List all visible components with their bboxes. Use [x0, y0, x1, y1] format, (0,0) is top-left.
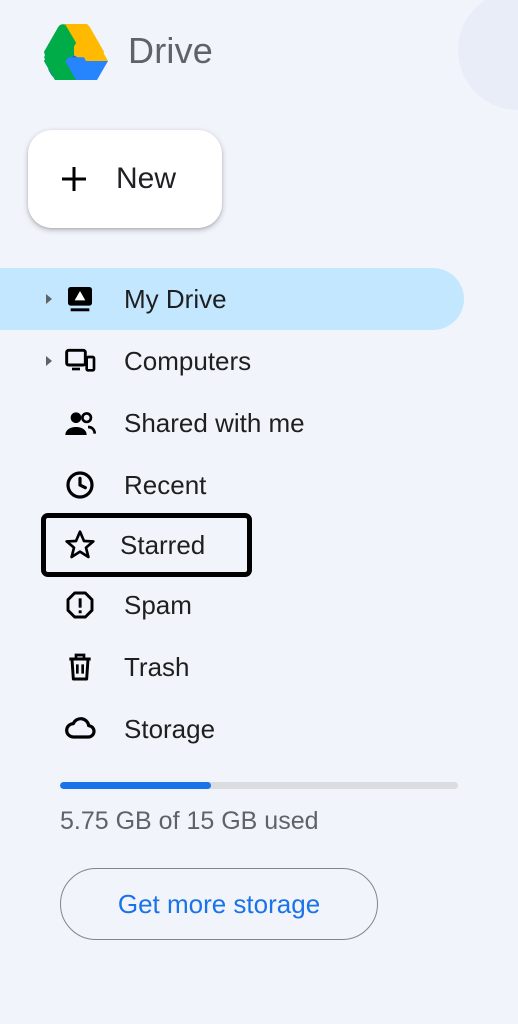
storage-used-text: 5.75 GB of 15 GB used	[60, 807, 458, 836]
star-icon	[64, 529, 96, 561]
get-more-storage-button[interactable]: Get more storage	[60, 868, 378, 940]
plus-icon	[56, 161, 92, 197]
trash-icon	[64, 651, 96, 683]
get-more-label: Get more storage	[118, 889, 320, 920]
nav-label: Computers	[124, 346, 251, 377]
nav-my-drive[interactable]: My Drive	[0, 268, 464, 330]
my-drive-icon	[64, 283, 96, 315]
spam-icon	[64, 589, 96, 621]
nav-shared[interactable]: Shared with me	[0, 392, 464, 454]
nav-computers[interactable]: Computers	[0, 330, 464, 392]
nav-label: Trash	[124, 652, 190, 683]
storage-area: 5.75 GB of 15 GB used Get more storage	[0, 782, 518, 940]
nav-trash[interactable]: Trash	[0, 636, 464, 698]
sidebar-nav: My Drive Computers Shared with me Recent	[0, 268, 518, 760]
nav-recent[interactable]: Recent	[0, 454, 464, 516]
header: Drive	[0, 0, 518, 78]
recent-icon	[64, 469, 96, 501]
nav-label: Shared with me	[124, 408, 305, 439]
chevron-right-icon	[44, 294, 54, 304]
nav-label: Spam	[124, 590, 192, 621]
nav-label: Recent	[124, 470, 206, 501]
cloud-icon	[64, 713, 96, 745]
new-button-label: New	[116, 162, 176, 196]
storage-bar	[60, 782, 458, 789]
nav-storage[interactable]: Storage	[0, 698, 464, 760]
nav-starred[interactable]: Starred	[44, 516, 249, 574]
decor-circle	[458, 0, 518, 110]
computers-icon	[64, 345, 96, 377]
nav-label: Storage	[124, 714, 215, 745]
nav-label: Starred	[120, 530, 205, 561]
drive-logo-icon	[44, 24, 108, 80]
nav-spam[interactable]: Spam	[0, 574, 464, 636]
chevron-right-icon	[44, 356, 54, 366]
new-button[interactable]: New	[28, 130, 222, 228]
app-title: Drive	[128, 30, 213, 72]
nav-label: My Drive	[124, 284, 227, 315]
storage-fill	[60, 782, 211, 789]
shared-icon	[64, 407, 96, 439]
